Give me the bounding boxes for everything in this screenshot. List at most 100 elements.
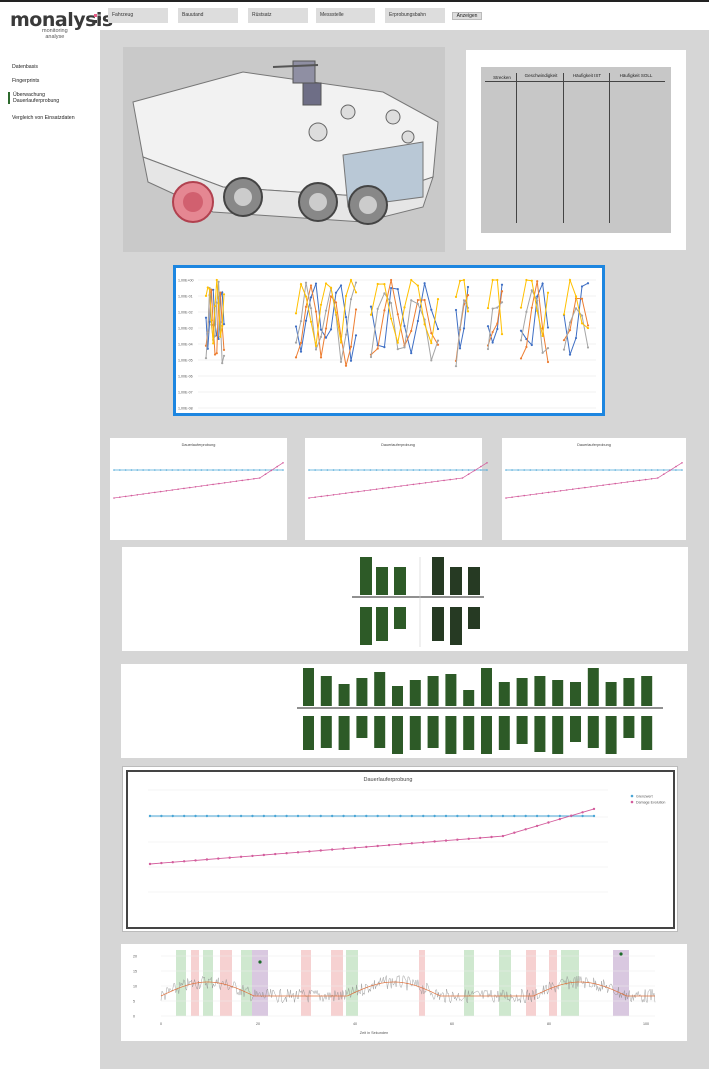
damage-point [608, 483, 610, 486]
damage-point [443, 479, 445, 482]
grenzwert-point [584, 469, 586, 471]
grenzwert-point [410, 814, 414, 818]
bar-bottom [641, 716, 653, 750]
signal-chart-card[interactable]: 20 15 10 5 0 0 20 40 60 80 100 Zeit in Sekunden [121, 944, 687, 1041]
kit-select[interactable]: Rüstsatz [248, 8, 308, 23]
damage-point [182, 860, 186, 863]
bar-top [463, 690, 475, 706]
series-point [568, 321, 572, 324]
damage-point [558, 817, 562, 821]
series-point [436, 339, 440, 342]
series-point [580, 297, 584, 300]
damage-point [153, 491, 156, 494]
sidebar-item-vergleich[interactable]: Vergleich von Einsatzdaten [12, 115, 97, 121]
series-point [219, 335, 222, 338]
grenzwert-point [559, 469, 562, 471]
series-point [299, 341, 303, 344]
damage-point [239, 855, 243, 858]
damage-evolution-frame: Dauerlauferprobung Grenzwert Damage Evolut… [126, 770, 675, 929]
damage-point [136, 494, 139, 496]
line-chart-card[interactable]: 1,00E+00 1,00E-01 1,00E-02 1,00E-03 1,00E-04… [173, 265, 605, 416]
damage-point [592, 807, 596, 811]
grenzwert-point [171, 469, 174, 471]
damage-point [596, 485, 598, 487]
grenzwert-point [394, 469, 396, 471]
col-divider [563, 73, 564, 223]
damage-point [473, 469, 476, 472]
damage-point [584, 486, 586, 489]
series-point [491, 341, 494, 344]
damage-point [194, 859, 197, 862]
app-logo[interactable]: monalysis monitoring analyse [10, 10, 113, 40]
grenzwert-point [148, 469, 150, 471]
grenzwert-point [547, 814, 550, 818]
vehicle-select[interactable]: Fahrzeug [108, 8, 168, 23]
bar-bottom [432, 607, 444, 641]
series-point [390, 317, 393, 320]
grenzwert-point [308, 469, 310, 471]
damage-point [602, 484, 604, 486]
grenzwert-point [644, 469, 647, 471]
damage-point [188, 486, 191, 489]
series-point [217, 337, 220, 341]
series-point [294, 356, 298, 359]
grenzwert-point [541, 469, 544, 471]
damage-point [467, 473, 470, 475]
series-point [369, 313, 373, 316]
series-point [586, 326, 590, 330]
damage-point [218, 482, 220, 485]
grenzwert-point [529, 469, 532, 471]
highlight-band [419, 950, 425, 1016]
grenzwert-point [182, 814, 186, 818]
series-point [568, 278, 572, 282]
series-point [324, 336, 328, 339]
measuring-point-select[interactable]: Messstelle [316, 8, 375, 23]
test-track-select[interactable]: Erprobungsbahn [385, 8, 445, 23]
small-chart-3[interactable]: ABDauerlauferprobung [502, 438, 686, 540]
small-chart-1[interactable]: KS, WA, InlandDauerlauferprobung [110, 438, 287, 540]
grenzwert-point [200, 469, 203, 471]
sidebar-item-fingerprints[interactable]: Fingerprints [12, 78, 97, 84]
grenzwert-point [171, 814, 174, 818]
series-point [423, 298, 426, 302]
series-line [563, 278, 589, 329]
bar-top [450, 567, 462, 595]
damage-point [422, 841, 425, 844]
damage-point [251, 854, 254, 858]
series-point [403, 324, 406, 328]
grenzwert-point [258, 469, 261, 471]
sidebar-item-datenbasis[interactable]: Datenbasis [12, 64, 97, 70]
series-line [370, 279, 439, 356]
series-line [487, 279, 503, 335]
bar-chart-1 [352, 557, 484, 647]
bar-top [481, 668, 492, 706]
small-chart-2[interactable]: ABDauerlauferprobung [305, 438, 488, 540]
series-point [454, 365, 458, 368]
damage-point [387, 486, 390, 489]
damage-line [505, 462, 683, 499]
bar-chart-card-1[interactable] [122, 547, 688, 651]
series-point [519, 339, 523, 342]
bar-bottom [450, 607, 462, 645]
grenzwert-point [369, 469, 372, 471]
grenzwert-point [480, 469, 482, 471]
series-point [536, 295, 539, 298]
series-point [562, 348, 566, 351]
show-button[interactable]: Anzeigen [452, 12, 482, 20]
damage-point [675, 465, 677, 468]
sidebar-item-ueberwachung[interactable]: Überwachung Dauerlauferprobung [8, 92, 93, 104]
damage-point [353, 846, 357, 849]
damage-point [406, 484, 409, 486]
series-point [294, 341, 298, 344]
damage-point [571, 488, 574, 490]
grenzwert-point [626, 469, 629, 471]
highlight-band [346, 950, 358, 1016]
damage-point [119, 496, 121, 498]
series-point [376, 307, 379, 310]
bar-chart-card-2[interactable] [121, 664, 687, 758]
build-state-select[interactable]: Bauutand [178, 8, 238, 23]
series-point [562, 339, 566, 342]
bar-top [409, 680, 421, 706]
series-point [354, 334, 358, 337]
damage-evolution-card[interactable]: Dauerlauferprobung Grenzwert Damage Evolut… [122, 766, 678, 932]
